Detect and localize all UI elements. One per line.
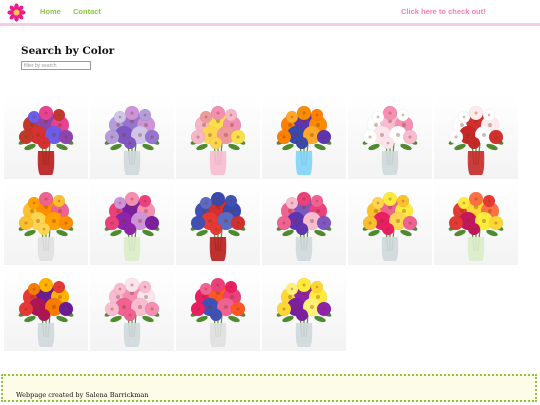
bouquet-tile-7[interactable] [4, 181, 88, 265]
vase-shape [467, 151, 485, 175]
bouquet-tile-14[interactable] [90, 267, 174, 351]
bouquet-tile-1[interactable] [4, 95, 88, 179]
bouquet-image [18, 191, 74, 261]
flower-logo-icon[interactable] [7, 3, 26, 22]
vase-shape [295, 151, 313, 175]
vase-shape [123, 151, 141, 175]
bouquet-image [104, 105, 160, 175]
bouquet-tile-8[interactable] [90, 181, 174, 265]
bouquet-tile-10[interactable] [262, 181, 346, 265]
bouquet-tile-11[interactable] [348, 181, 432, 265]
bouquet-image [190, 277, 246, 347]
bouquet-tile-6[interactable] [434, 95, 518, 179]
bouquet-image [362, 191, 418, 261]
footer-credit: Webpage created by Salena Barrickman [16, 391, 149, 399]
bouquet-tile-5[interactable] [348, 95, 432, 179]
bouquet-tile-9[interactable] [176, 181, 260, 265]
bouquet-image [104, 191, 160, 261]
search-input[interactable] [21, 61, 91, 70]
bouquet-image [18, 105, 74, 175]
bouquet-tile-15[interactable] [176, 267, 260, 351]
bouquet-image [18, 277, 74, 347]
vase-shape [37, 323, 55, 347]
bouquet-image [104, 277, 160, 347]
bouquet-tile-4[interactable] [262, 95, 346, 179]
bouquet-image [362, 105, 418, 175]
bouquet-tile-16[interactable] [262, 267, 346, 351]
vase-shape [209, 237, 227, 261]
vase-shape [381, 151, 399, 175]
top-navigation-bar: Home Contact Click here to check out! [0, 0, 540, 26]
flower-gallery [4, 95, 520, 351]
vase-shape [381, 237, 399, 261]
bouquet-image [276, 277, 332, 347]
bouquet-image [448, 105, 504, 175]
vase-shape [295, 323, 313, 347]
vase-shape [123, 323, 141, 347]
nav-home-link[interactable]: Home [40, 7, 61, 16]
vase-shape [209, 151, 227, 175]
bouquet-image [190, 105, 246, 175]
vase-shape [467, 237, 485, 261]
vase-shape [37, 237, 55, 261]
page-title: Search by Color [21, 45, 115, 57]
bouquet-tile-12[interactable] [434, 181, 518, 265]
bouquet-image [448, 191, 504, 261]
nav-contact-link[interactable]: Contact [73, 7, 101, 16]
checkout-link[interactable]: Click here to check out! [401, 7, 486, 16]
vase-shape [209, 323, 227, 347]
bouquet-tile-2[interactable] [90, 95, 174, 179]
vase-shape [295, 237, 313, 261]
bouquet-image [276, 191, 332, 261]
vase-shape [123, 237, 141, 261]
page-footer: Webpage created by Salena Barrickman [1, 374, 537, 402]
bouquet-tile-13[interactable] [4, 267, 88, 351]
vase-shape [37, 151, 55, 175]
bouquet-tile-3[interactable] [176, 95, 260, 179]
bouquet-image [190, 191, 246, 261]
bouquet-image [276, 105, 332, 175]
